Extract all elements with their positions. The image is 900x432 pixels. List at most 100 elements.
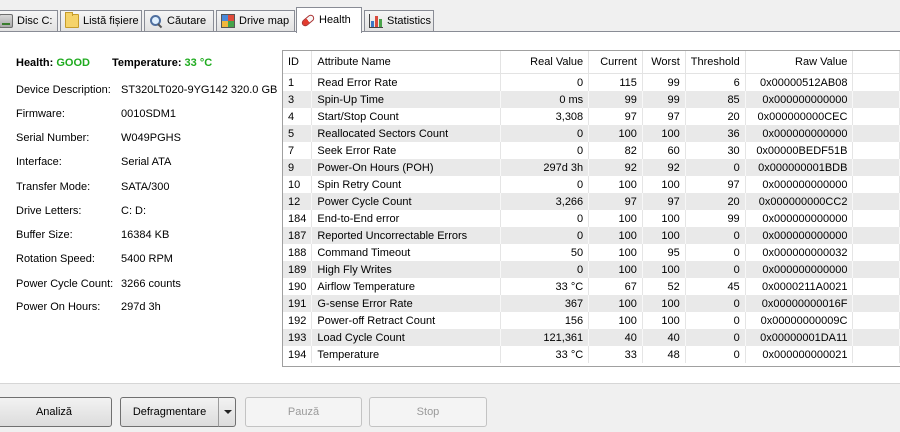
- tab-health[interactable]: Health: [296, 7, 362, 33]
- column-header-real-value[interactable]: Real Value: [500, 51, 590, 74]
- table-header: ID Attribute Name Real Value Current Wor…: [283, 51, 900, 74]
- cell-raw-value: 0x000000000000: [745, 227, 854, 244]
- rotation-speed-label: Rotation Speed:: [16, 253, 95, 265]
- cell-real-value: 3,308: [500, 108, 590, 125]
- cell-worst: 60: [642, 142, 686, 159]
- cell-real-value: 0: [500, 142, 590, 159]
- cell-current: 100: [588, 227, 643, 244]
- cell-id: 194: [283, 346, 313, 363]
- interface-value: Serial ATA: [121, 156, 172, 168]
- cell-attribute-name: Reallocated Sectors Count: [311, 125, 502, 142]
- cell-current: 97: [588, 108, 643, 125]
- cell-threshold: 20: [685, 108, 746, 125]
- cell-worst: 97: [642, 193, 686, 210]
- table-row[interactable]: 192 Power-off Retract Count 156 100 100 0 0x00…: [283, 312, 900, 329]
- cell-real-value: 156: [500, 312, 590, 329]
- cell-id: 9: [283, 159, 313, 176]
- cell-id: 190: [283, 278, 313, 295]
- serial-number-value: W049PGHS: [121, 132, 181, 144]
- cell-id: 189: [283, 261, 313, 278]
- health-pill-icon: [300, 13, 316, 28]
- table-row[interactable]: 188 Command Timeout 50 100 95 0 0x000000000032: [283, 244, 900, 261]
- cell-real-value: 0: [500, 210, 590, 227]
- cell-worst: 100: [642, 261, 686, 278]
- cell-filler: [852, 227, 900, 244]
- table-row[interactable]: 187 Reported Uncorrectable Errors 0 100 100 0…: [283, 227, 900, 244]
- cell-id: 192: [283, 312, 313, 329]
- cell-threshold: 45: [685, 278, 746, 295]
- column-header-worst[interactable]: Worst: [642, 51, 686, 74]
- tab-drive-map[interactable]: Drive map: [216, 10, 295, 31]
- tab-file-list[interactable]: Listă fișiere: [60, 10, 142, 31]
- cell-id: 191: [283, 295, 313, 312]
- cell-current: 100: [588, 261, 643, 278]
- cell-filler: [852, 295, 900, 312]
- cell-threshold: 0: [685, 346, 746, 363]
- cell-threshold: 30: [685, 142, 746, 159]
- cell-id: 184: [283, 210, 313, 227]
- health-status: Health: GOOD: [16, 57, 90, 69]
- table-row[interactable]: 4 Start/Stop Count 3,308 97 97 20 0x000000000C…: [283, 108, 900, 125]
- defragment-dropdown-arrow-icon[interactable]: [218, 397, 236, 427]
- table-row[interactable]: 5 Reallocated Sectors Count 0 100 100 36 0x000…: [283, 125, 900, 142]
- cell-filler: [852, 176, 900, 193]
- tab-disc-c[interactable]: Disc C:: [0, 10, 58, 31]
- drive-map-icon: [221, 14, 235, 28]
- tab-label: Disc C:: [17, 15, 53, 27]
- smart-attributes-table[interactable]: ID Attribute Name Real Value Current Wor…: [282, 50, 900, 367]
- temperature-value: 33 °C: [184, 57, 213, 69]
- cell-raw-value: 0x000000000032: [745, 244, 854, 261]
- table-row[interactable]: 9 Power-On Hours (POH) 297d 3h 92 92 0 0x00000…: [283, 159, 900, 176]
- cell-filler: [852, 108, 900, 125]
- cell-attribute-name: Airflow Temperature: [311, 278, 502, 295]
- analyze-button[interactable]: Analiză: [0, 397, 112, 427]
- table-row[interactable]: 10 Spin Retry Count 0 100 100 97 0x00000000000…: [283, 176, 900, 193]
- action-bar: Analiză Defragmentare Pauză Stop: [0, 383, 900, 432]
- tab-statistics[interactable]: Statistics: [364, 10, 434, 31]
- tab-search[interactable]: Căutare: [144, 10, 214, 31]
- column-header-threshold[interactable]: Threshold: [685, 51, 746, 74]
- column-header-current[interactable]: Current: [588, 51, 643, 74]
- transfer-mode-label: Transfer Mode:: [16, 181, 91, 193]
- cell-threshold: 0: [685, 244, 746, 261]
- temperature-label: Temperature:: [112, 57, 182, 69]
- cell-worst: 95: [642, 244, 686, 261]
- cell-raw-value: 0x000000000000: [745, 261, 854, 278]
- column-header-attribute-name[interactable]: Attribute Name: [311, 51, 502, 74]
- interface-label: Interface:: [16, 156, 62, 168]
- cell-attribute-name: Power-On Hours (POH): [311, 159, 502, 176]
- cell-worst: 99: [642, 91, 686, 108]
- defragment-button[interactable]: Defragmentare: [120, 397, 219, 427]
- cell-raw-value: 0x000000000000: [745, 176, 854, 193]
- cell-current: 99: [588, 91, 643, 108]
- table-row[interactable]: 184 End-to-End error 0 100 100 99 0x0000000000…: [283, 210, 900, 227]
- table-row[interactable]: 194 Temperature 33 °C 33 48 0 0x000000000021: [283, 346, 900, 363]
- pause-button[interactable]: Pauză: [245, 397, 362, 427]
- stop-button[interactable]: Stop: [369, 397, 487, 427]
- cell-worst: 100: [642, 176, 686, 193]
- cell-real-value: 0: [500, 73, 590, 91]
- cell-current: 40: [588, 329, 643, 346]
- cell-worst: 100: [642, 210, 686, 227]
- cell-id: 1: [283, 73, 313, 91]
- cell-attribute-name: G-sense Error Rate: [311, 295, 502, 312]
- table-row[interactable]: 191 G-sense Error Rate 367 100 100 0 0x0000000…: [283, 295, 900, 312]
- cell-current: 82: [588, 142, 643, 159]
- cell-filler: [852, 346, 900, 363]
- power-cycle-count-label: Power Cycle Count:: [16, 278, 114, 290]
- cell-threshold: 6: [685, 73, 746, 91]
- firmware-value: 0010SDM1: [121, 108, 177, 120]
- column-header-id[interactable]: ID: [283, 51, 313, 74]
- cell-raw-value: 0x000000000000: [745, 91, 854, 108]
- device-description-label: Device Description:: [16, 84, 111, 96]
- table-row[interactable]: 1 Read Error Rate 0 115 99 6 0x00000512AB08: [283, 73, 900, 91]
- cell-raw-value: 0x000000000021: [745, 346, 854, 363]
- table-row[interactable]: 7 Seek Error Rate 0 82 60 30 0x00000BEDF51B: [283, 142, 900, 159]
- table-row[interactable]: 189 High Fly Writes 0 100 100 0 0x000000000000: [283, 261, 900, 278]
- table-row[interactable]: 12 Power Cycle Count 3,266 97 97 20 0x00000000…: [283, 193, 900, 210]
- column-header-raw-value[interactable]: Raw Value: [745, 51, 854, 74]
- table-row[interactable]: 3 Spin-Up Time 0 ms 99 99 85 0x000000000000: [283, 91, 900, 108]
- cell-current: 100: [588, 210, 643, 227]
- table-row[interactable]: 193 Load Cycle Count 121,361 40 40 0 0x0000000…: [283, 329, 900, 346]
- table-row[interactable]: 190 Airflow Temperature 33 °C 67 52 45 0x00002…: [283, 278, 900, 295]
